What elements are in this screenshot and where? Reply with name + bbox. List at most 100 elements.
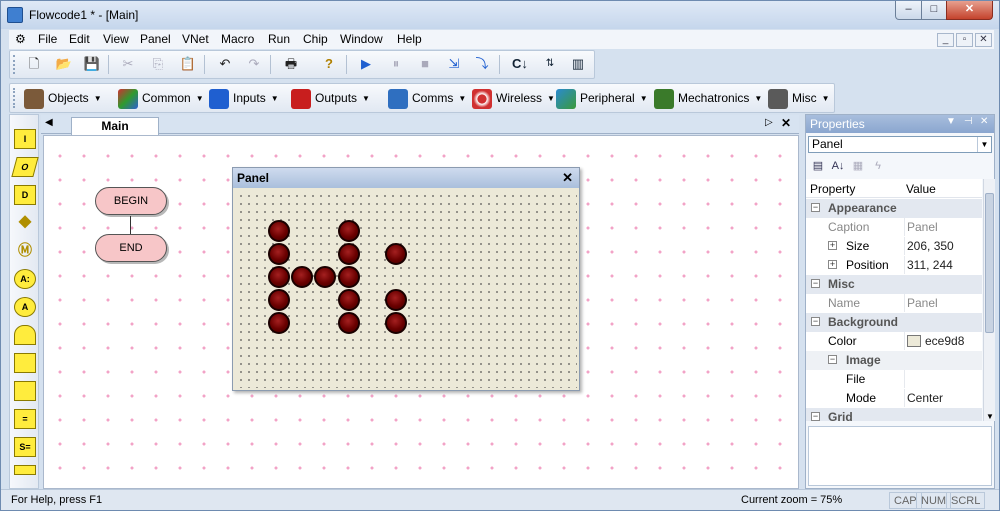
calculation-symbol-icon[interactable]: =	[14, 409, 36, 429]
menu-edit[interactable]: Edit	[69, 32, 90, 46]
toolbar-grip[interactable]	[13, 88, 16, 108]
title-bar[interactable]: Flowcode1 * - [Main] – □ ✕	[1, 1, 999, 29]
menu-view[interactable]: View	[103, 32, 129, 46]
property-column-header[interactable]: Property	[810, 182, 855, 196]
category-appearance[interactable]: − Appearance	[806, 199, 982, 218]
tab-scroll-right-icon[interactable]: ▷	[765, 117, 773, 128]
undo-icon[interactable]: ↶	[215, 54, 235, 74]
property-row-mode[interactable]: Mode Center	[806, 389, 982, 408]
tab-scroll-left-icon[interactable]: ◀	[45, 117, 53, 128]
categorized-icon[interactable]: ▤	[810, 158, 826, 174]
output-symbol-icon[interactable]: O	[11, 157, 39, 177]
color-value[interactable]: ece9d8	[904, 332, 964, 350]
paste-icon[interactable]: 📋	[178, 54, 198, 74]
print-icon[interactable]: 🖶	[281, 54, 301, 74]
led-component[interactable]	[314, 266, 336, 288]
mdi-restore-button[interactable]: ▫	[956, 33, 973, 47]
menu-run[interactable]: Run	[268, 32, 290, 46]
outputs-button[interactable]: Outputs ▼	[291, 86, 370, 110]
led-component[interactable]	[268, 312, 290, 334]
step-into-icon[interactable]: ⇲	[444, 54, 464, 74]
misc-button[interactable]: Misc ▼	[768, 86, 830, 110]
loop-symbol-icon[interactable]	[14, 325, 36, 345]
collapse-icon[interactable]: −	[811, 203, 820, 212]
step-over-icon[interactable]: ⤵	[472, 54, 492, 74]
menu-macro[interactable]: Macro	[221, 32, 254, 46]
decision-symbol-icon[interactable]: ◆	[14, 213, 36, 233]
value-column-header[interactable]: Value	[906, 182, 936, 196]
menu-file[interactable]: File	[38, 32, 57, 46]
tab-main[interactable]: Main	[71, 117, 159, 135]
switch-symbol-icon[interactable]: Ⓜ	[14, 241, 36, 261]
category-background[interactable]: − Background	[806, 313, 982, 332]
delay-symbol-icon[interactable]: D	[14, 185, 36, 205]
mdi-close-button[interactable]: ✕	[975, 33, 992, 47]
string-manipulation-symbol-icon[interactable]: S=	[14, 437, 36, 457]
panel-canvas[interactable]	[235, 190, 577, 388]
collapse-icon[interactable]: −	[811, 317, 820, 326]
category-image[interactable]: − Image	[806, 351, 982, 370]
cut-icon[interactable]: ✂	[118, 54, 138, 74]
scrollbar-thumb[interactable]	[985, 193, 994, 333]
category-misc[interactable]: − Misc	[806, 275, 982, 294]
led-component[interactable]	[291, 266, 313, 288]
save-icon[interactable]: 💾	[82, 54, 102, 74]
menu-chip[interactable]: Chip	[303, 32, 328, 46]
panel-close-icon[interactable]: ✕	[562, 168, 573, 188]
led-component[interactable]	[338, 243, 360, 265]
connection-point-symbol-icon[interactable]	[14, 353, 36, 373]
objects-button[interactable]: Objects ▼	[24, 86, 102, 110]
led-component[interactable]	[268, 289, 290, 311]
menu-vnet[interactable]: VNet	[182, 32, 209, 46]
led-component[interactable]	[268, 266, 290, 288]
property-pages-icon[interactable]: ▦	[850, 158, 866, 174]
led-component[interactable]	[385, 289, 407, 311]
category-grid[interactable]: − Grid	[806, 408, 982, 421]
scroll-down-icon[interactable]: ▼	[986, 412, 994, 421]
led-component[interactable]	[338, 220, 360, 242]
property-row-caption[interactable]: Caption Panel	[806, 218, 982, 237]
copy-icon[interactable]: ⎘	[148, 54, 168, 74]
maximize-button[interactable]: □	[921, 1, 947, 20]
common-button[interactable]: Common ▼	[118, 86, 204, 110]
led-component[interactable]	[385, 243, 407, 265]
wireless-button[interactable]: Wireless ▼	[472, 86, 555, 110]
chevron-down-icon[interactable]: ▼	[977, 137, 991, 152]
code-symbol-icon[interactable]	[14, 465, 36, 475]
flowcode-app-icon[interactable]	[7, 7, 23, 23]
property-row-name[interactable]: Name Panel	[806, 294, 982, 313]
led-component[interactable]	[338, 289, 360, 311]
pane-menu-icon[interactable]: ▼	[946, 116, 956, 127]
led-component[interactable]	[268, 243, 290, 265]
macro-symbol-icon[interactable]: A:	[14, 269, 36, 289]
object-selector-combo[interactable]: Panel ▼	[808, 136, 992, 153]
property-grid-scrollbar[interactable]: ▼	[983, 179, 995, 421]
collapse-icon[interactable]: −	[811, 279, 820, 288]
pause-icon[interactable]: ⏸	[386, 54, 406, 74]
led-component[interactable]	[385, 312, 407, 334]
events-icon[interactable]: ϟ	[870, 158, 886, 174]
pin-icon[interactable]: ⊣	[964, 116, 973, 127]
led-component[interactable]	[268, 220, 290, 242]
stop-icon[interactable]: ■	[415, 54, 435, 74]
interrupt-symbol-icon[interactable]	[14, 381, 36, 401]
end-terminal[interactable]: END	[95, 234, 167, 262]
menu-help[interactable]: Help	[397, 32, 422, 46]
property-row-color[interactable]: Color ece9d8	[806, 332, 982, 351]
minimize-button[interactable]: –	[895, 1, 922, 20]
compile-chip-icon[interactable]: ▥	[568, 54, 588, 74]
inputs-button[interactable]: Inputs ▼	[209, 86, 279, 110]
collapse-icon[interactable]: −	[811, 412, 820, 421]
led-component[interactable]	[338, 312, 360, 334]
open-folder-icon[interactable]: 📂	[54, 54, 74, 74]
led-component[interactable]	[338, 266, 360, 288]
property-row-position[interactable]: + Position 311, 244	[806, 256, 982, 275]
begin-terminal[interactable]: BEGIN	[95, 187, 167, 215]
expand-icon[interactable]: +	[828, 260, 837, 269]
run-icon[interactable]: ▶	[356, 54, 376, 74]
tab-close-icon[interactable]: ✕	[781, 116, 791, 130]
menu-window[interactable]: Window	[340, 32, 383, 46]
redo-icon[interactable]: ↷	[244, 54, 264, 74]
component-macro-symbol-icon[interactable]: A	[14, 297, 36, 317]
mechatronics-button[interactable]: Mechatronics ▼	[654, 86, 762, 110]
